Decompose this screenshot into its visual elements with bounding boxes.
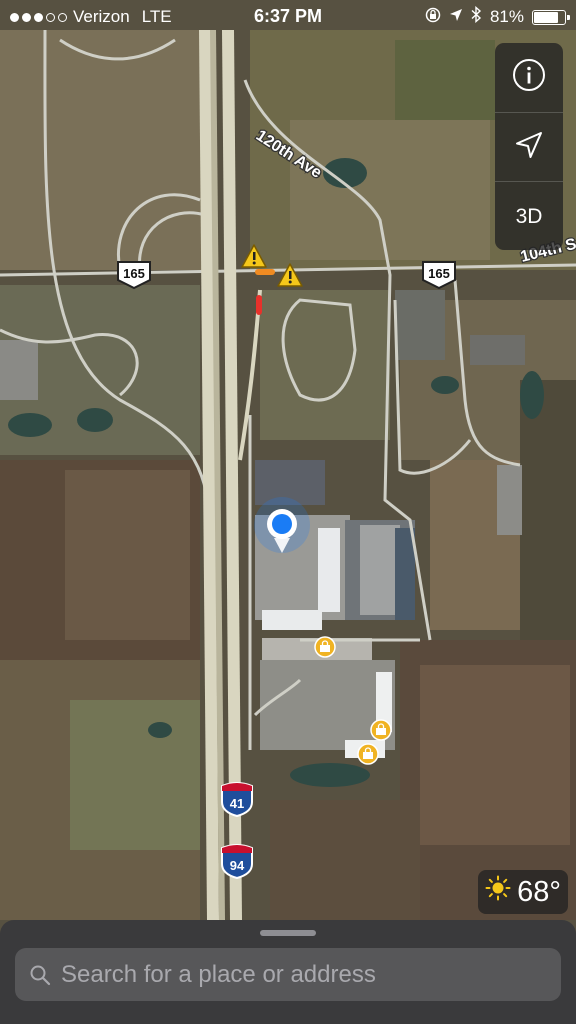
tracking-button[interactable] [495, 113, 563, 182]
sheet-grabber[interactable] [260, 930, 316, 936]
search-icon [29, 964, 51, 986]
status-bar: Verizon LTE 6:37 PM 81% [0, 0, 576, 34]
shopping-bag-icon[interactable] [357, 743, 379, 765]
interstate-shield-41: 41 [221, 782, 253, 818]
location-arrow-icon [449, 7, 463, 27]
3d-label: 3D [515, 204, 543, 228]
status-right: 81% [425, 5, 570, 28]
location-arrow-icon [514, 130, 544, 165]
bluetooth-icon [471, 5, 482, 28]
info-button[interactable] [495, 43, 563, 112]
weather-widget[interactable]: 68° [478, 870, 568, 914]
battery-percent: 81% [489, 7, 524, 26]
battery-icon [532, 9, 570, 25]
svg-text:41: 41 [230, 796, 244, 811]
svg-text:165: 165 [123, 266, 145, 281]
search-sheet[interactable] [0, 920, 576, 1024]
sun-icon [485, 875, 511, 909]
3d-button[interactable]: 3D [495, 182, 563, 250]
interstate-shield-94: 94 [221, 844, 253, 880]
svg-text:94: 94 [230, 858, 245, 873]
svg-text:165: 165 [428, 266, 450, 281]
search-bar[interactable] [15, 948, 561, 1001]
map-controls: 3D [495, 43, 563, 250]
search-input[interactable] [61, 954, 561, 995]
shopping-bag-icon[interactable] [370, 719, 392, 741]
temperature: 68° [517, 875, 561, 908]
info-icon [512, 58, 546, 97]
orientation-lock-icon [425, 7, 441, 28]
shopping-bag-icon[interactable] [314, 636, 336, 658]
user-location-icon[interactable] [254, 497, 310, 553]
